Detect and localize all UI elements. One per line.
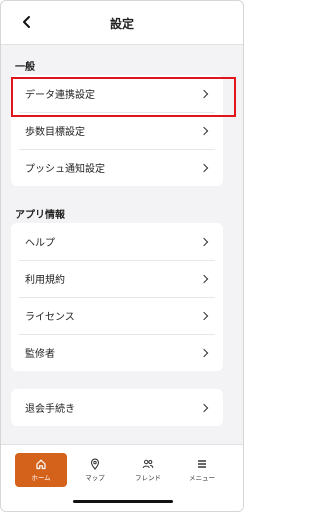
item-label: プッシュ通知設定 — [25, 164, 105, 175]
friends-icon — [142, 459, 154, 469]
menu-icon — [198, 460, 206, 468]
tab-label: メニュー — [189, 474, 215, 482]
item-label: データ連携設定 — [25, 90, 95, 101]
tab-friends[interactable]: フレンド — [122, 453, 174, 487]
map-pin-icon — [90, 458, 100, 470]
tab-label: ホーム — [31, 474, 51, 482]
item-label: 利用規約 — [25, 275, 65, 286]
chevron-right-icon — [199, 348, 209, 357]
item-label: ヘルプ — [25, 238, 55, 249]
section-label-general: 一般 — [15, 62, 35, 73]
data-link-settings-item[interactable]: データ連携設定 — [11, 75, 223, 112]
item-label: 監修者 — [25, 349, 55, 360]
tab-label: フレンド — [135, 474, 161, 482]
tab-home[interactable]: ホーム — [15, 453, 67, 487]
header: 設定 — [1, 1, 243, 45]
bottom-tab-bar: ホーム マップ フレンド メニュー — [1, 444, 243, 511]
general-settings-card: データ連携設定 歩数目標設定 プッシュ通知設定 — [11, 75, 223, 186]
settings-screen: 設定 一般 データ連携設定 歩数目標設定 プッシュ通知設定 アプリ情報 ヘルプ … — [0, 0, 244, 512]
terms-of-use-item[interactable]: 利用規約 — [11, 260, 223, 297]
tab-label: マップ — [85, 474, 105, 482]
item-label: 退会手続き — [25, 404, 75, 415]
tab-menu[interactable]: メニュー — [176, 453, 228, 487]
chevron-right-icon — [199, 311, 209, 320]
chevron-right-icon — [199, 163, 209, 172]
supervisor-item[interactable]: 監修者 — [11, 334, 223, 371]
push-notification-settings-item[interactable]: プッシュ通知設定 — [11, 149, 223, 186]
tab-map[interactable]: マップ — [69, 453, 121, 487]
step-goal-settings-item[interactable]: 歩数目標設定 — [11, 112, 223, 149]
chevron-right-icon — [199, 126, 209, 135]
home-indicator — [73, 500, 173, 503]
chevron-right-icon — [199, 403, 209, 412]
chevron-right-icon — [199, 89, 209, 98]
home-icon — [36, 459, 46, 470]
app-info-card: ヘルプ 利用規約 ライセンス 監修者 — [11, 223, 223, 371]
item-label: ライセンス — [25, 312, 75, 323]
page-title: 設定 — [109, 17, 134, 31]
help-item[interactable]: ヘルプ — [11, 223, 223, 260]
chevron-right-icon — [199, 237, 209, 246]
license-item[interactable]: ライセンス — [11, 297, 223, 334]
withdrawal-item[interactable]: 退会手続き — [11, 389, 223, 426]
section-label-app-info: アプリ情報 — [15, 210, 65, 221]
item-label: 歩数目標設定 — [25, 127, 85, 138]
account-card: 退会手続き — [11, 389, 223, 426]
chevron-right-icon — [199, 274, 209, 283]
